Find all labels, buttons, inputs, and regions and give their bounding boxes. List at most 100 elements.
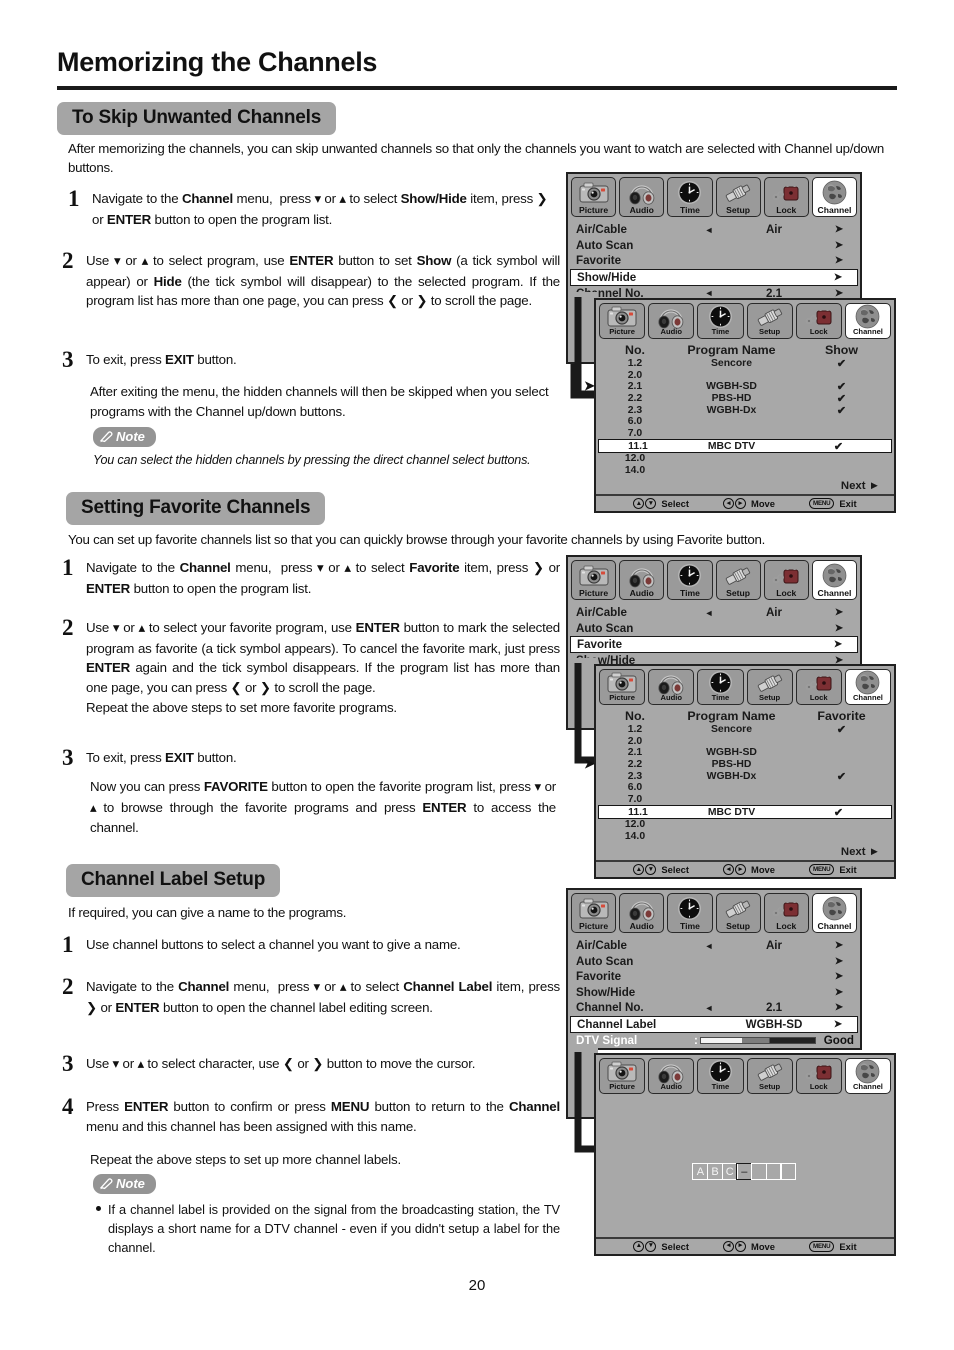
next-page-button[interactable]: Next ► [596,480,894,492]
osd-tab-time[interactable]: Time [697,1058,744,1094]
menu-row-air-cable[interactable]: Air/Cable ◄ Air ➤ [568,938,860,954]
program-row[interactable]: 12.0 [596,453,894,465]
right-arrow-icon[interactable]: ➤ [824,607,854,618]
key-arrow-icon[interactable]: ► [735,498,747,510]
label-char-box[interactable] [780,1163,797,1180]
osd-tab-audio[interactable]: Audio [648,303,695,339]
program-row[interactable]: 6.0 [596,416,894,428]
osd-tab-time[interactable]: Time [667,177,713,217]
right-arrow-icon[interactable]: ➤ [823,272,853,283]
left-arrow-icon[interactable]: ◄ [694,225,724,235]
program-row[interactable]: 1.2 Sencore ✔ [596,724,894,736]
osd-tab-audio[interactable]: Audio [619,893,665,933]
label-char-box[interactable] [765,1163,782,1180]
right-arrow-icon[interactable]: ➤ [824,224,854,235]
osd-tab-setup[interactable]: Setup [715,560,761,600]
key-arrow-icon[interactable]: ◄ [723,864,735,876]
osd-tab-setup[interactable]: Setup [715,893,761,933]
program-row[interactable]: 1.2 Sencore ✔ [596,358,894,370]
left-arrow-icon[interactable]: ◄ [694,941,724,951]
osd-tab-lock[interactable]: Lock [795,669,842,705]
osd-tab-lock[interactable]: Lock [795,1058,842,1094]
osd-channel-menu-label[interactable]: Picture Audio Time Setup Lock Channel Ai… [566,888,862,1050]
key-arrow-icon[interactable]: ► [735,1241,747,1252]
osd-tab-time[interactable]: Time [697,303,744,339]
program-row[interactable]: 2.3 WGBH-Dx ✔ [596,770,894,783]
key-arrow-icon[interactable]: ► [735,864,747,876]
program-row[interactable]: 2.0 [596,370,894,382]
program-row[interactable]: 2.2 PBS-HD ✔ [596,393,894,405]
menu-row-show-hide[interactable]: Show/Hide ➤ [568,985,860,1001]
label-char-box[interactable] [750,1163,767,1180]
osd-tab-channel[interactable]: Channel [844,303,892,339]
menu-row-auto-scan[interactable]: Auto Scan ➤ [568,238,860,254]
right-arrow-icon[interactable]: ➤ [824,240,854,251]
next-page-button[interactable]: Next ► [596,846,894,858]
label-character-boxes[interactable]: A B C – [596,1163,894,1180]
key-arrow-icon[interactable]: ▼ [645,1241,657,1252]
program-row[interactable]: 2.1 WGBH-SD [596,747,894,759]
osd-tab-picture[interactable]: Picture [571,177,617,217]
label-char-box[interactable]: A [692,1163,709,1180]
menu-row-favorite[interactable]: Favorite ➤ [568,969,860,985]
left-arrow-icon[interactable]: ◄ [694,1003,724,1013]
osd-tab-lock[interactable]: Lock [763,560,809,600]
key-menu-icon[interactable]: MENU [808,864,835,876]
osd-tab-audio[interactable]: Audio [648,669,695,705]
osd-tab-picture[interactable]: Picture [599,1058,646,1094]
menu-row-channel-no[interactable]: Channel No. ◄ 2.1 ➤ [568,1000,860,1016]
osd-tab-lock[interactable]: Lock [795,303,842,339]
osd-tab-audio[interactable]: Audio [619,177,665,217]
osd-tab-channel[interactable]: Channel [844,669,892,705]
menu-row-show-hide-selected[interactable]: Show/Hide ➤ [570,268,858,286]
osd-tab-picture[interactable]: Picture [571,893,617,933]
osd-tab-setup[interactable]: Setup [746,1058,793,1094]
menu-row-air-cable[interactable]: Air/Cable ◄ Air ➤ [568,605,860,621]
menu-row-auto-scan[interactable]: Auto Scan ➤ [568,621,860,637]
osd-tab-setup[interactable]: Setup [746,669,793,705]
menu-row-favorite[interactable]: Favorite ➤ [568,253,860,269]
label-char-box[interactable]: B [707,1163,724,1180]
label-char-box[interactable]: – [736,1163,753,1180]
key-arrow-icon[interactable]: ◄ [723,498,735,510]
osd-channel-label-editor[interactable]: Picture Audio Time Setup Lock Channel A … [594,1053,896,1256]
program-row[interactable]: 11.1 MBC DTV ✔ [598,439,892,454]
right-arrow-icon[interactable]: ➤ [824,971,854,982]
osd-tab-channel[interactable]: Channel [811,560,858,600]
osd-tab-lock[interactable]: Lock [763,177,809,217]
left-arrow-icon[interactable]: ◄ [694,288,724,298]
right-arrow-icon[interactable]: ➤ [823,639,853,650]
right-arrow-icon[interactable]: ➤ [823,1019,853,1030]
key-arrow-icon[interactable]: ▼ [645,864,657,876]
program-row[interactable]: 12.0 [596,819,894,831]
program-row[interactable]: 7.0 [596,428,894,440]
menu-row-channel-label-selected[interactable]: Channel Label WGBH-SD ➤ [570,1015,858,1033]
program-row[interactable]: ➤ 2.1 WGBH-SD ✔ [584,379,894,393]
osd-tab-picture[interactable]: Picture [599,303,646,339]
osd-tab-setup[interactable]: Setup [746,303,793,339]
key-arrow-icon[interactable]: ▲ [633,864,645,876]
program-row[interactable]: 14.0 [596,465,894,477]
key-menu-icon[interactable]: MENU [808,498,835,510]
right-arrow-icon[interactable]: ➤ [824,956,854,967]
key-arrow-icon[interactable]: ▲ [633,498,645,510]
program-row[interactable]: ➤ 2.2 PBS-HD [584,757,894,771]
osd-tab-picture[interactable]: Picture [599,669,646,705]
menu-row-favorite-selected[interactable]: Favorite ➤ [570,636,858,653]
program-row[interactable]: 11.1 MBC DTV ✔ [598,805,892,820]
right-arrow-icon[interactable]: ➤ [824,940,854,951]
program-row[interactable]: 7.0 [596,794,894,806]
osd-tab-time[interactable]: Time [697,669,744,705]
osd-tab-channel[interactable]: Channel [844,1058,892,1094]
right-arrow-icon[interactable]: ➤ [824,987,854,998]
menu-row-air-cable[interactable]: Air/Cable ◄ Air ➤ [568,222,860,238]
key-arrow-icon[interactable]: ▼ [645,498,657,510]
osd-tab-time[interactable]: Time [667,560,713,600]
osd-program-list-favorite[interactable]: Picture Audio Time Setup Lock Channel No… [584,664,896,880]
program-row[interactable]: 6.0 [596,782,894,794]
right-arrow-icon[interactable]: ➤ [824,255,854,266]
osd-tab-channel[interactable]: Channel [811,893,858,933]
left-arrow-icon[interactable]: ◄ [694,608,724,618]
key-menu-icon[interactable]: MENU [808,1241,835,1252]
program-row[interactable]: 2.3 WGBH-Dx ✔ [596,404,894,417]
